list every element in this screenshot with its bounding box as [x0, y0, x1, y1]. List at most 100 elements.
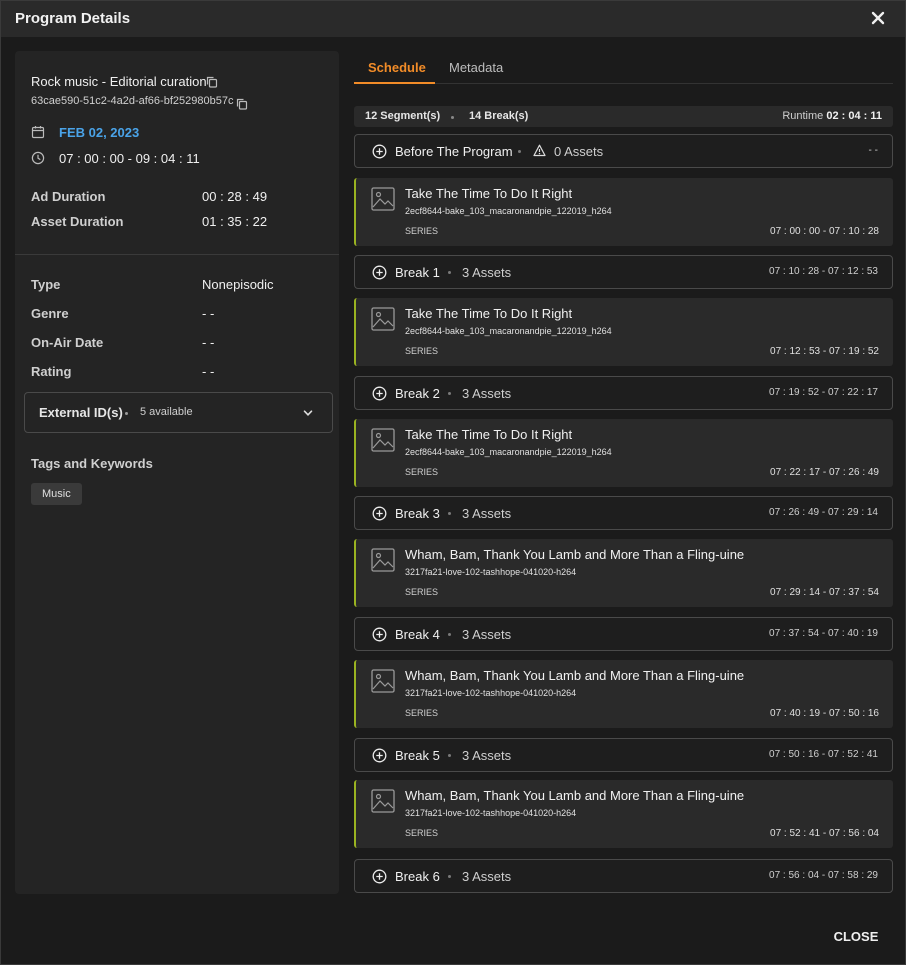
attribute-value: - -: [202, 306, 215, 321]
separator-dot: [518, 150, 521, 153]
separator-dot: [125, 412, 128, 415]
image-placeholder-icon: [371, 669, 395, 693]
plus-circle-icon[interactable]: [372, 748, 387, 763]
segment-title: Wham, Bam, Thank You Lamb and More Than …: [405, 547, 745, 562]
image-placeholder-icon: [371, 548, 395, 572]
attribute-value: - -: [202, 335, 215, 350]
break-name: Break 1: [395, 265, 440, 280]
break-name: Break 3: [395, 506, 440, 521]
break-time: 07 : 26 : 49 - 07 : 29 : 14: [769, 507, 878, 518]
break-time: 07 : 19 : 52 - 07 : 22 : 17: [769, 387, 878, 398]
active-tab-indicator: [354, 82, 435, 84]
segment-title: Wham, Bam, Thank You Lamb and More Than …: [405, 788, 745, 803]
segment-count: 12 Segment(s): [365, 110, 441, 122]
detail-label: Asset Duration: [31, 214, 124, 229]
break-name: Before The Program: [395, 144, 513, 159]
segment-type: SERIES: [405, 708, 439, 718]
break-time: 07 : 37 : 54 - 07 : 40 : 19: [769, 628, 878, 639]
segment-title: Wham, Bam, Thank You Lamb and More Than …: [405, 668, 745, 683]
attribute-label: Rating: [31, 364, 72, 379]
plus-circle-icon[interactable]: [372, 869, 387, 884]
break-assets: 3 Assets: [462, 265, 512, 280]
detail-asset-duration: Asset Duration 01 : 35 : 22: [31, 214, 331, 230]
segment-time: 07 : 40 : 19 - 07 : 50 : 16: [770, 708, 879, 719]
break-time: 07 : 50 : 16 - 07 : 52 : 41: [769, 749, 878, 760]
break-name: Break 4: [395, 627, 440, 642]
break-row[interactable]: Break 4 3 Assets 07 : 37 : 54 - 07 : 40 …: [354, 617, 893, 651]
clock-icon: [31, 151, 45, 165]
segment-file: 2ecf8644-bake_103_macaronandpie_122019_h…: [405, 206, 612, 216]
detail-value: 01 : 35 : 22: [202, 214, 268, 229]
segment-row[interactable]: Take The Time To Do It Right 2ecf8644-ba…: [354, 298, 893, 366]
plus-circle-icon[interactable]: [372, 506, 387, 521]
break-row[interactable]: Break 5 3 Assets 07 : 50 : 16 - 07 : 52 …: [354, 738, 893, 772]
program-id: 63cae590-51c2-4a2d-af66-bf252980b57c: [31, 95, 234, 107]
break-name: Break 5: [395, 748, 440, 763]
attribute-type: Type Nonepisodic: [31, 277, 331, 293]
segment-file: 2ecf8644-bake_103_macaronandpie_122019_h…: [405, 447, 612, 457]
segment-type: SERIES: [405, 346, 439, 356]
break-assets: 3 Assets: [462, 869, 512, 884]
detail-label: Ad Duration: [31, 189, 106, 204]
image-placeholder-icon: [371, 187, 395, 211]
program-date: FEB 02, 2023: [59, 125, 140, 140]
external-ids-dropdown[interactable]: External ID(s) 5 available: [24, 392, 333, 433]
plus-circle-icon[interactable]: [372, 144, 387, 159]
dialog-header: Program Details: [1, 1, 905, 37]
external-ids-count: 5 available: [140, 406, 193, 418]
break-row[interactable]: Break 2 3 Assets 07 : 19 : 52 - 07 : 22 …: [354, 376, 893, 410]
segment-file: 3217fa21-love-102-tashhope-041020-h264: [405, 808, 577, 818]
tab-metadata[interactable]: Metadata: [449, 60, 503, 75]
break-count: 14 Break(s): [469, 110, 529, 122]
break-assets: 3 Assets: [462, 386, 512, 401]
detail-ad-duration: Ad Duration 00 : 28 : 49: [31, 189, 331, 205]
break-time: 07 : 10 : 28 - 07 : 12 : 53: [769, 266, 878, 277]
copy-icon[interactable]: [206, 76, 218, 88]
plus-circle-icon[interactable]: [372, 265, 387, 280]
segment-type: SERIES: [405, 226, 439, 236]
close-button[interactable]: CLOSE: [826, 929, 886, 949]
attribute-rating: Rating - -: [31, 364, 331, 380]
break-time: 07 : 56 : 04 - 07 : 58 : 29: [769, 870, 878, 881]
break-assets: 3 Assets: [462, 627, 512, 642]
segment-row[interactable]: Wham, Bam, Thank You Lamb and More Than …: [354, 539, 893, 607]
separator-dot: [448, 754, 451, 757]
program-info-panel: Rock music - Editorial curation 63cae590…: [15, 51, 339, 894]
segment-row[interactable]: Take The Time To Do It Right 2ecf8644-ba…: [354, 419, 893, 487]
separator-dot: [448, 271, 451, 274]
copy-id-icon[interactable]: [236, 98, 248, 110]
runtime-label: Runtime: [782, 110, 824, 122]
segment-row[interactable]: Take The Time To Do It Right 2ecf8644-ba…: [354, 178, 893, 246]
separator-dot: [448, 633, 451, 636]
segment-title: Take The Time To Do It Right: [405, 427, 573, 442]
tab-schedule[interactable]: Schedule: [368, 60, 426, 75]
break-row[interactable]: Before The Program 0 Assets - -: [354, 134, 893, 168]
runtime: Runtime 02 : 04 : 11: [782, 110, 882, 122]
break-name: Break 6: [395, 869, 440, 884]
close-icon[interactable]: [869, 9, 887, 27]
break-time: - -: [868, 145, 878, 156]
segment-type: SERIES: [405, 587, 439, 597]
external-ids-label: External ID(s): [39, 405, 123, 420]
segment-row[interactable]: Wham, Bam, Thank You Lamb and More Than …: [354, 780, 893, 848]
schedule-summary: 12 Segment(s) 14 Break(s) Runtime 02 : 0…: [354, 106, 893, 127]
chevron-down-icon: [303, 410, 313, 416]
break-row[interactable]: Break 6 3 Assets 07 : 56 : 04 - 07 : 58 …: [354, 859, 893, 893]
break-assets: 0 Assets: [554, 144, 604, 159]
plus-circle-icon[interactable]: [372, 386, 387, 401]
break-row[interactable]: Break 1 3 Assets 07 : 10 : 28 - 07 : 12 …: [354, 255, 893, 289]
segment-time: 07 : 12 : 53 - 07 : 19 : 52: [770, 346, 879, 357]
break-assets: 3 Assets: [462, 748, 512, 763]
plus-circle-icon[interactable]: [372, 627, 387, 642]
program-time-range: 07 : 00 : 00 - 09 : 04 : 11: [59, 151, 200, 166]
tags-title: Tags and Keywords: [31, 456, 153, 471]
segment-file: 3217fa21-love-102-tashhope-041020-h264: [405, 688, 577, 698]
detail-value: 00 : 28 : 49: [202, 189, 268, 204]
tag-chip: Music: [31, 483, 82, 505]
segment-row[interactable]: Wham, Bam, Thank You Lamb and More Than …: [354, 660, 893, 728]
break-row[interactable]: Break 3 3 Assets 07 : 26 : 49 - 07 : 29 …: [354, 496, 893, 530]
segment-type: SERIES: [405, 467, 439, 477]
warning-icon: [533, 144, 546, 157]
separator-dot: [448, 392, 451, 395]
separator-dot: [448, 512, 451, 515]
